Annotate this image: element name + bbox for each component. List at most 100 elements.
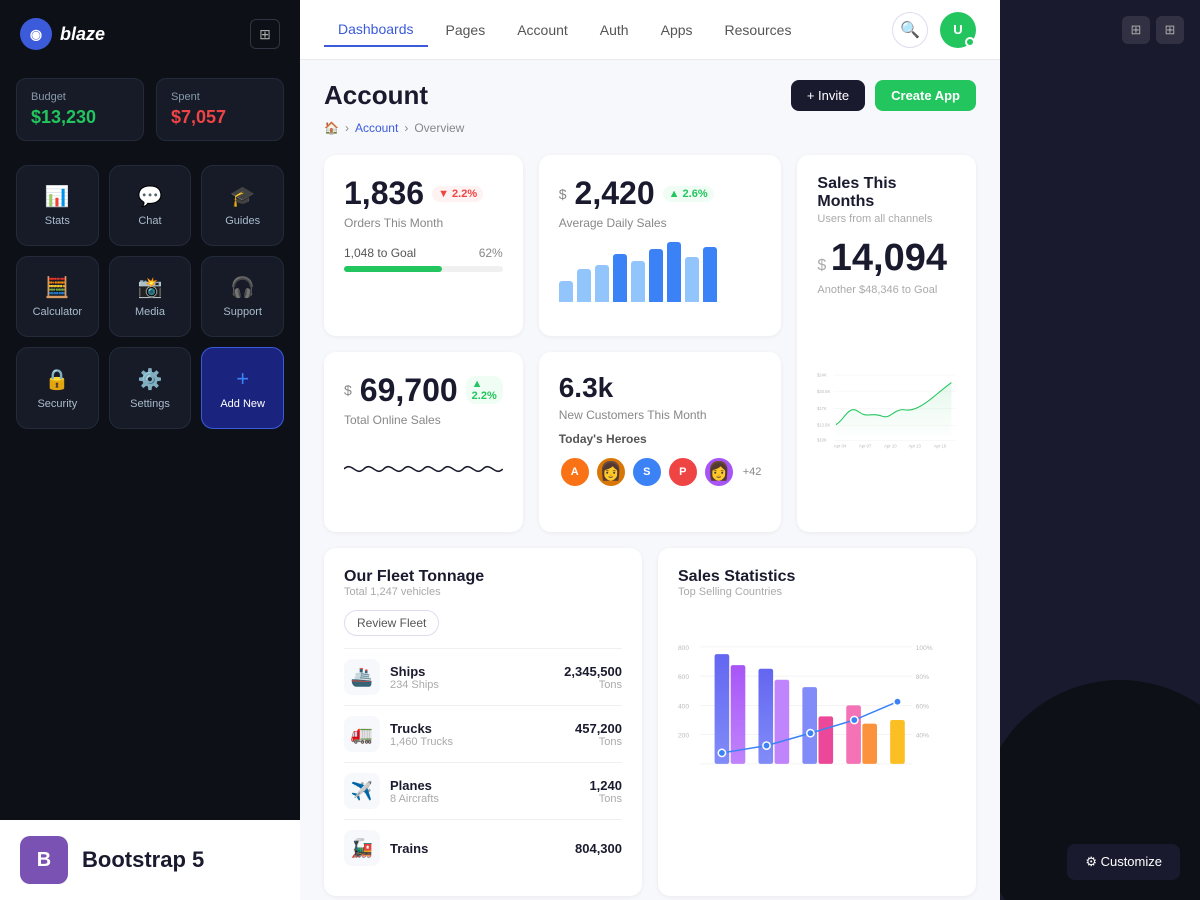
sidebar-item-security[interactable]: 🔒 Security — [16, 347, 99, 429]
orders-progress-fill — [344, 266, 442, 272]
online-sales-label: Total Online Sales — [344, 413, 503, 427]
tab-auth[interactable]: Auth — [586, 14, 643, 46]
main-content: Dashboards Pages Account Auth Apps Resou… — [300, 0, 1000, 900]
fleet-row-trucks: 🚛 Trucks 1,460 Trucks 457,200 Tons — [344, 705, 622, 762]
sidebar-item-guides[interactable]: 🎓 Guides — [201, 165, 284, 246]
page-actions: + Invite Create App — [791, 80, 976, 111]
budget-value: $13,230 — [31, 107, 129, 128]
tab-pages[interactable]: Pages — [432, 14, 500, 46]
svg-text:100%: 100% — [916, 645, 933, 652]
online-dot — [965, 37, 975, 47]
page-header: Account + Invite Create App — [324, 80, 976, 111]
fleet-title: Our Fleet Tonnage — [344, 568, 622, 586]
ships-number: 2,345,500 — [564, 664, 622, 679]
sidebar-item-support[interactable]: 🎧 Support — [201, 256, 284, 337]
sales-big-currency: $ — [817, 257, 826, 274]
planes-number: 1,240 — [589, 778, 622, 793]
breadcrumb: 🏠 › Account › Overview — [324, 121, 976, 135]
bar-5 — [631, 261, 645, 302]
fleet-row-trains-left: 🚂 Trains — [344, 830, 428, 866]
sidebar-item-media[interactable]: 📸 Media — [109, 256, 192, 337]
support-icon: 🎧 — [230, 275, 255, 300]
nav-tabs: Dashboards Pages Account Auth Apps Resou… — [324, 13, 805, 47]
svg-text:200: 200 — [678, 733, 689, 740]
fleet-row-trucks-left: 🚛 Trucks 1,460 Trucks — [344, 716, 453, 752]
tab-apps[interactable]: Apps — [647, 14, 707, 46]
customers-card: 6.3k New Customers This Month Today's He… — [539, 352, 782, 533]
heroes-section: Today's Heroes A 👩 S P 👩 +42 — [559, 432, 762, 488]
breadcrumb-home-icon: 🏠 — [324, 121, 339, 135]
right-panel: ⊞ ⊞ — [1000, 0, 1200, 900]
bar-6 — [649, 249, 663, 302]
orders-card: 1,836 ▼ 2.2% Orders This Month 1,048 to … — [324, 155, 523, 336]
stats-label: Stats — [45, 215, 70, 227]
trains-info: Trains — [390, 841, 428, 856]
sidebar-item-chat[interactable]: 💬 Chat — [109, 165, 192, 246]
orders-progress-section: 1,048 to Goal 62% — [344, 246, 503, 272]
sales-stats-chart-svg: 800 600 400 200 — [678, 610, 956, 830]
menu-toggle-button[interactable]: ⊞ — [250, 19, 280, 49]
daily-sales-header: $ 2,420 ▲ 2.6% — [559, 175, 762, 212]
trucks-number: 457,200 — [575, 721, 622, 736]
settings-icon: ⚙️ — [138, 367, 163, 392]
breadcrumb-account-link[interactable]: Account — [355, 121, 398, 135]
budget-label: Budget — [31, 91, 129, 103]
online-sales-badge: ▲ 2.2% — [466, 376, 503, 404]
svg-text:800: 800 — [678, 645, 689, 652]
calculator-label: Calculator — [33, 306, 83, 318]
guides-icon: 🎓 — [230, 184, 255, 209]
create-app-button[interactable]: Create App — [875, 80, 976, 111]
sales-month-card: Sales This Months Users from all channel… — [797, 155, 976, 532]
settings-label: Settings — [130, 398, 170, 410]
sidebar-item-add-new[interactable]: + Add New — [201, 347, 284, 429]
fleet-subtitle: Total 1,247 vehicles — [344, 586, 622, 598]
sidebar-item-stats[interactable]: 📊 Stats — [16, 165, 99, 246]
bottom-grid: Our Fleet Tonnage Total 1,247 vehicles R… — [324, 548, 976, 896]
planes-value: 1,240 Tons — [589, 778, 622, 805]
review-fleet-button[interactable]: Review Fleet — [344, 610, 439, 636]
fleet-row-planes-left: ✈️ Planes 8 Aircrafts — [344, 773, 439, 809]
customers-label: New Customers This Month — [559, 408, 762, 422]
add-new-label: Add New — [220, 398, 265, 410]
svg-text:$24K: $24K — [817, 372, 827, 377]
sales-goal-text: Another $48,346 to Goal — [817, 284, 956, 296]
chat-label: Chat — [138, 215, 161, 227]
orders-label: Orders This Month — [344, 216, 503, 230]
topnav-right: 🔍 U — [892, 12, 976, 48]
ships-unit: Tons — [564, 679, 622, 691]
bar-8 — [685, 257, 699, 302]
ships-name: Ships — [390, 664, 439, 679]
stats-icon: 📊 — [45, 184, 70, 209]
tab-resources[interactable]: Resources — [711, 14, 806, 46]
search-button[interactable]: 🔍 — [892, 12, 928, 48]
svg-text:Apr 10: Apr 10 — [885, 444, 898, 449]
budget-card: Budget $13,230 — [16, 78, 144, 141]
add-new-icon: + — [236, 366, 249, 392]
tab-account[interactable]: Account — [503, 14, 582, 46]
hero-3: S — [631, 456, 663, 488]
svg-text:Apr 13: Apr 13 — [909, 444, 922, 449]
sidebar-item-calculator[interactable]: 🧮 Calculator — [16, 256, 99, 337]
daily-sales-number: 2,420 — [575, 175, 655, 212]
sidebar-item-settings[interactable]: ⚙️ Settings — [109, 347, 192, 429]
trucks-name: Trucks — [390, 721, 453, 736]
panel-icon-2[interactable]: ⊞ — [1156, 16, 1184, 44]
invite-button[interactable]: + Invite — [791, 80, 865, 111]
online-sales-header: $ 69,700 ▲ 2.2% — [344, 372, 503, 409]
panel-icon-row: ⊞ ⊞ — [1016, 16, 1184, 44]
daily-sales-currency: $ — [559, 186, 567, 202]
fleet-row-ships-left: 🚢 Ships 234 Ships — [344, 659, 439, 695]
sales-month-title: Sales This Months — [817, 175, 956, 211]
sidebar-header: ◉ blaze ⊞ — [0, 0, 300, 68]
fleet-row-ships: 🚢 Ships 234 Ships 2,345,500 Tons — [344, 648, 622, 705]
svg-text:Apr 16: Apr 16 — [934, 444, 947, 449]
user-avatar[interactable]: U — [940, 12, 976, 48]
customize-button[interactable]: ⚙ Customize — [1067, 844, 1180, 880]
tab-dashboards[interactable]: Dashboards — [324, 13, 428, 47]
panel-icon-1[interactable]: ⊞ — [1122, 16, 1150, 44]
squiggle-chart — [344, 439, 503, 499]
daily-sales-label: Average Daily Sales — [559, 216, 762, 230]
trucks-unit: Tons — [575, 736, 622, 748]
calculator-icon: 🧮 — [45, 275, 70, 300]
orders-progress-text: 1,048 to Goal — [344, 246, 416, 260]
